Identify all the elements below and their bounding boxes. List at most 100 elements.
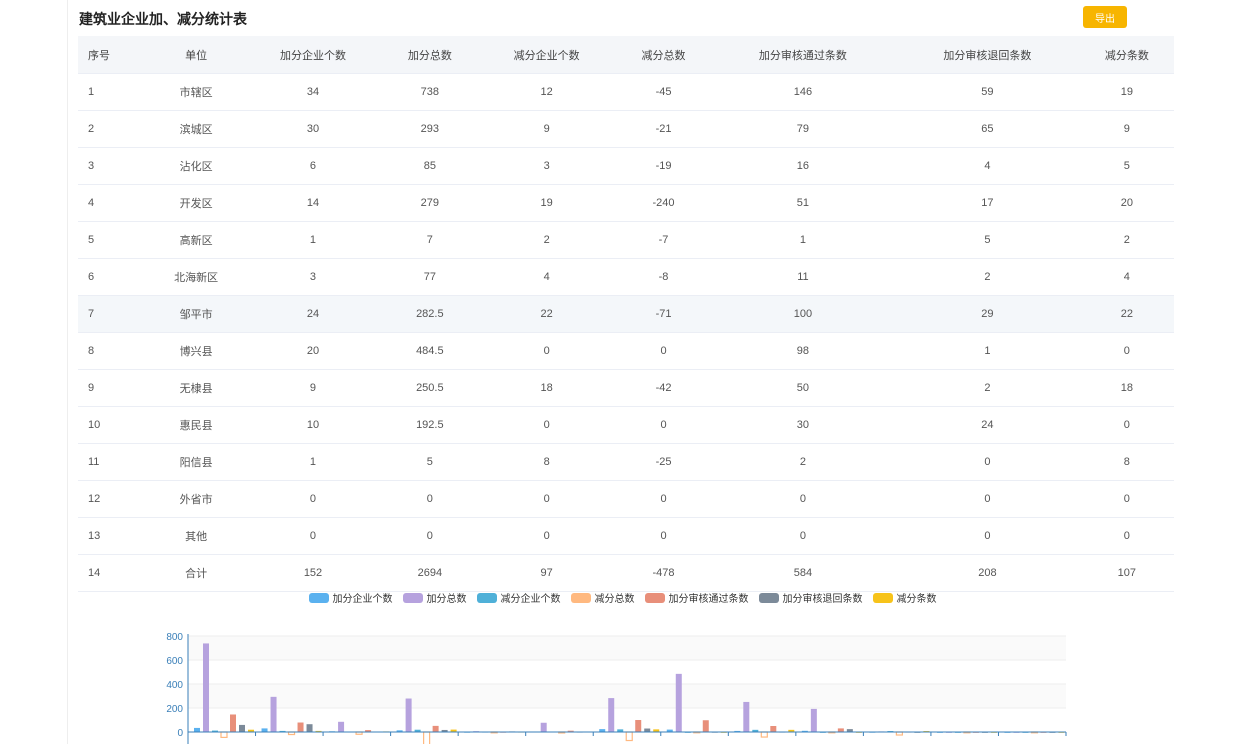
table-cell: 11 bbox=[710, 258, 896, 296]
table-cell: 85 bbox=[382, 147, 477, 185]
table-cell: 0 bbox=[1079, 480, 1174, 518]
table-cell: 2 bbox=[710, 443, 896, 481]
table-cell: 外省市 bbox=[149, 480, 244, 518]
table-cell: 开发区 bbox=[149, 184, 244, 222]
table-cell: 博兴县 bbox=[149, 332, 244, 370]
bar-mark[interactable] bbox=[239, 724, 245, 732]
bar-mark[interactable] bbox=[644, 728, 651, 732]
table-cell: 9 bbox=[1079, 110, 1174, 148]
table-cell: 97 bbox=[476, 554, 617, 592]
y-tick-label: 800 bbox=[166, 632, 183, 643]
legend-swatch bbox=[402, 592, 423, 603]
table-cell: 18 bbox=[1079, 369, 1174, 407]
bar-mark[interactable] bbox=[702, 720, 709, 732]
bar-mark[interactable] bbox=[306, 724, 313, 732]
legend-item[interactable]: 加分审核退回条数 bbox=[758, 590, 863, 605]
bar-mark[interactable] bbox=[770, 726, 777, 732]
table-cell: 1 bbox=[243, 443, 383, 481]
table-cell: 34 bbox=[243, 73, 383, 111]
legend-item[interactable]: 加分企业个数 bbox=[308, 590, 393, 605]
table-row: 9 无棣县 9 250.5 18 -42 50 2 18 bbox=[78, 369, 1174, 407]
legend-swatch bbox=[570, 592, 591, 603]
table-cell: 市辖区 bbox=[149, 73, 244, 111]
bar-mark[interactable] bbox=[220, 731, 228, 739]
table-cell: 0 bbox=[476, 332, 617, 370]
table-cell: -71 bbox=[616, 295, 711, 333]
bar-mark[interactable] bbox=[297, 722, 304, 732]
y-tick-label: 600 bbox=[166, 656, 183, 667]
legend-item[interactable]: 减分企业个数 bbox=[476, 590, 561, 605]
table-cell: 0 bbox=[243, 517, 383, 555]
legend-swatch bbox=[476, 592, 497, 603]
table-cell: 50 bbox=[710, 369, 896, 407]
bar-mark[interactable] bbox=[540, 722, 547, 732]
bar-mark[interactable] bbox=[270, 696, 277, 732]
table-cell: 0 bbox=[616, 517, 711, 555]
table-cell: 11 bbox=[78, 443, 149, 481]
table-cell: 阳信县 bbox=[149, 443, 244, 481]
bar-mark[interactable] bbox=[405, 698, 412, 732]
column-header: 减分条数 bbox=[1079, 36, 1174, 74]
bar-mark[interactable] bbox=[635, 720, 642, 732]
column-header: 减分企业个数 bbox=[476, 36, 617, 74]
table-cell: 22 bbox=[1079, 295, 1174, 333]
column-header: 序号 bbox=[78, 36, 149, 74]
table-cell: -25 bbox=[616, 443, 711, 481]
table-cell: 2694 bbox=[382, 554, 477, 592]
table-cell: 0 bbox=[382, 517, 477, 555]
bar-mark[interactable] bbox=[261, 728, 268, 732]
table-cell: 2 bbox=[895, 369, 1080, 407]
table-cell: 7 bbox=[78, 295, 149, 333]
table-cell: 9 bbox=[243, 369, 383, 407]
table-row: 7 邹平市 24 282.5 22 -71 100 29 22 bbox=[78, 295, 1174, 333]
bar-mark[interactable] bbox=[625, 731, 633, 742]
bar-mark[interactable] bbox=[810, 708, 817, 732]
table-cell: 北海新区 bbox=[149, 258, 244, 296]
bar-mark[interactable] bbox=[338, 721, 345, 732]
bar-mark[interactable] bbox=[432, 725, 439, 732]
bar-mark[interactable] bbox=[194, 727, 200, 732]
table-cell: 1 bbox=[710, 221, 896, 259]
table-cell: -7 bbox=[616, 221, 711, 259]
bar-mark[interactable] bbox=[230, 714, 236, 732]
legend-item[interactable]: 加分审核通过条数 bbox=[644, 590, 749, 605]
table-cell: 0 bbox=[476, 406, 617, 444]
table-cell: 29 bbox=[895, 295, 1080, 333]
column-header: 加分总数 bbox=[382, 36, 477, 74]
legend-label: 减分条数 bbox=[896, 594, 937, 605]
table-cell: 6 bbox=[78, 258, 149, 296]
table-row: 8 博兴县 20 484.5 0 0 98 1 0 bbox=[78, 332, 1174, 370]
table-header-row: 序号 单位 加分企业个数 加分总数 减分企业个数 减分总数 加分审核通过条数 加分审核退回条数… bbox=[78, 36, 1174, 74]
table-row: 14 合计 152 2694 97 -478 584 208 107 bbox=[78, 554, 1174, 592]
table-cell: 合计 bbox=[149, 554, 244, 592]
bar-mark[interactable] bbox=[203, 643, 209, 732]
table-cell: 4 bbox=[78, 184, 149, 222]
table-cell: 17 bbox=[895, 184, 1080, 222]
bar-mark[interactable] bbox=[760, 731, 768, 738]
table-cell: 3 bbox=[78, 147, 149, 185]
table-cell: 2 bbox=[78, 110, 149, 148]
table-cell: 高新区 bbox=[149, 221, 244, 259]
bar-mark[interactable] bbox=[423, 731, 431, 744]
table-cell: 1 bbox=[895, 332, 1080, 370]
table-cell: 惠民县 bbox=[149, 406, 244, 444]
table-cell: 7 bbox=[382, 221, 477, 259]
bar-mark[interactable] bbox=[675, 673, 682, 732]
table-cell: 12 bbox=[78, 480, 149, 518]
legend-item[interactable]: 减分总数 bbox=[570, 590, 635, 605]
table-cell: 2 bbox=[476, 221, 617, 259]
table-cell: 1 bbox=[243, 221, 383, 259]
bar-mark[interactable] bbox=[608, 698, 615, 732]
table-cell: 8 bbox=[78, 332, 149, 370]
bar-mark[interactable] bbox=[743, 701, 750, 732]
table-cell: 14 bbox=[78, 554, 149, 592]
table-cell: 79 bbox=[710, 110, 896, 148]
table-row: 2 滨城区 30 293 9 -21 79 65 9 bbox=[78, 110, 1174, 148]
table-row: 11 阳信县 1 5 8 -25 2 0 8 bbox=[78, 443, 1174, 481]
table-cell: 30 bbox=[710, 406, 896, 444]
export-button[interactable]: 导出 bbox=[1083, 6, 1127, 28]
bar-mark[interactable] bbox=[837, 728, 844, 732]
table-cell: 5 bbox=[895, 221, 1080, 259]
legend-item[interactable]: 减分条数 bbox=[872, 590, 937, 605]
legend-item[interactable]: 加分总数 bbox=[402, 590, 467, 605]
